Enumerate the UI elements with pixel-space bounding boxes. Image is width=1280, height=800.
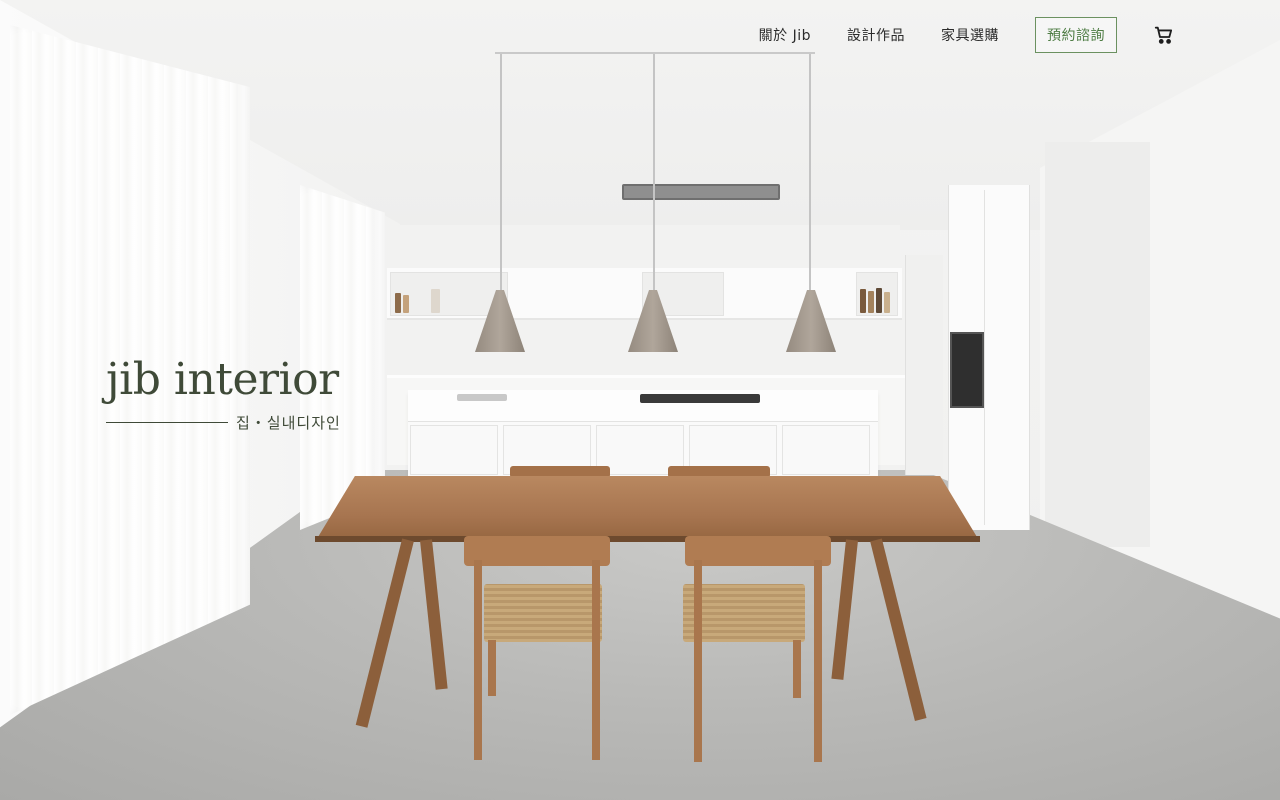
chair-back (464, 536, 610, 566)
chair-leg (694, 560, 702, 762)
cooktop (640, 394, 760, 403)
pendant-cord (809, 54, 811, 292)
brand-subtitle-row: 집・실내디자인 (106, 412, 366, 433)
chair-leg (592, 560, 600, 760)
pendant-cord (500, 54, 502, 292)
sink (457, 394, 507, 401)
brand-divider (106, 422, 228, 424)
chair-leg (793, 640, 801, 698)
nav-item-about[interactable]: 關於 Jib (759, 25, 811, 45)
pendant-cord (653, 54, 655, 292)
brand-title: jib interior (106, 354, 339, 405)
nav-item-furniture[interactable]: 家具選購 (941, 25, 999, 45)
chair-seat (484, 584, 602, 642)
dining-table-top (315, 476, 980, 542)
island-door (782, 425, 870, 475)
brand-logo[interactable]: jib interior 집・실내디자인 (106, 354, 366, 433)
oven (950, 332, 984, 408)
chair-leg (474, 560, 482, 760)
range-hood (622, 184, 780, 200)
chair-back (685, 536, 831, 566)
nav-item-portfolio[interactable]: 設計作品 (847, 25, 905, 45)
chair-leg (814, 560, 822, 762)
open-shelf (856, 272, 898, 316)
main-nav: 關於 Jib 設計作品 家具選購 預約諮詢 (759, 17, 1280, 53)
shopping-cart-icon[interactable] (1153, 24, 1175, 46)
right-wall-niche (1045, 142, 1150, 547)
cabinet-seam (984, 190, 985, 525)
island-door (410, 425, 498, 475)
doorway (905, 255, 943, 475)
book-consultation-button[interactable]: 預約諮詢 (1035, 17, 1117, 53)
brand-subtitle: 집・실내디자인 (236, 414, 341, 433)
chair-leg (488, 640, 496, 696)
